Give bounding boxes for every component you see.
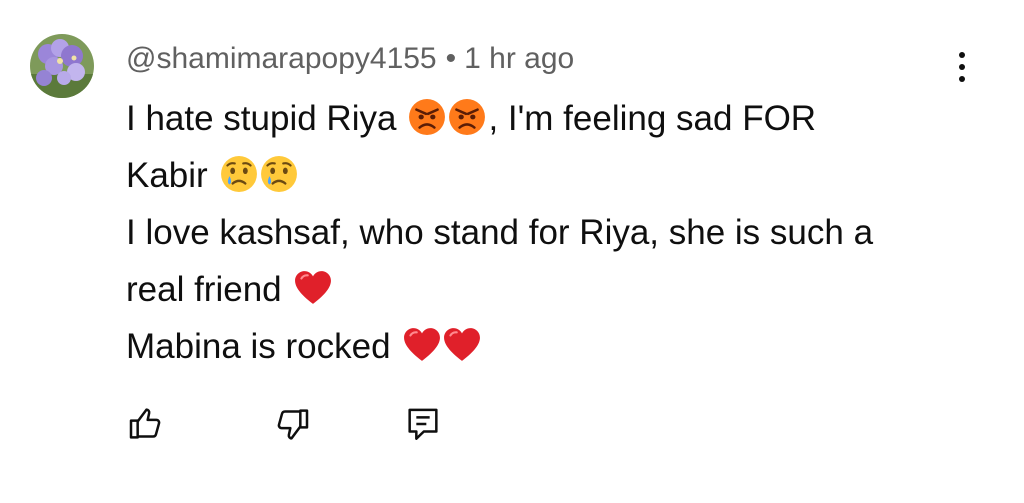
comment-timestamp[interactable]: 1 hr ago xyxy=(464,42,574,75)
comment-line: real friend xyxy=(126,261,986,318)
comment-line-text: I love kashsaf, who stand for Riya, she … xyxy=(126,213,874,252)
comment-line: Mabina is rocked xyxy=(126,318,986,375)
author-name[interactable]: @shamimarapopy4155 xyxy=(126,42,437,75)
crying-face-icon xyxy=(260,155,298,193)
angry-face-icon xyxy=(448,98,486,136)
red-heart-icon xyxy=(403,326,441,364)
more-vert-icon[interactable] xyxy=(944,45,980,89)
thumbs-down-icon xyxy=(277,409,309,440)
comment-line-text: Kabir xyxy=(126,156,208,195)
comment-line: I love kashsaf, who stand for Riya, she … xyxy=(126,204,986,261)
comment-text: I hate stupid Riya , I'm feeling sad FOR K… xyxy=(126,90,986,375)
comment-line: Kabir xyxy=(126,147,986,204)
comment-line-text: , I'm feeling sad FOR xyxy=(488,99,817,138)
comment-actions xyxy=(0,402,1024,448)
crying-face-icon xyxy=(220,155,258,193)
thumbs-up-icon xyxy=(129,408,161,439)
menu-dot xyxy=(959,64,965,70)
red-heart-icon xyxy=(443,326,481,364)
angry-face-icon xyxy=(408,98,446,136)
red-heart-icon xyxy=(294,269,332,307)
dislike-button[interactable] xyxy=(270,402,314,446)
comment-line-text: I hate stupid Riya xyxy=(126,99,397,138)
flower-photo-avatar-icon xyxy=(30,34,94,98)
menu-dot xyxy=(959,76,965,82)
comment-line: I hate stupid Riya , I'm feeling sad FOR xyxy=(126,90,986,147)
reply-button[interactable] xyxy=(401,402,445,446)
meta-separator: • xyxy=(445,42,457,75)
avatar[interactable] xyxy=(30,34,94,98)
menu-dot xyxy=(959,52,965,58)
comment-header: @shamimarapopy4155 • 1 hr ago xyxy=(126,39,574,79)
like-button[interactable] xyxy=(124,402,168,446)
reply-comment-icon xyxy=(408,408,438,440)
comment-line-text: real friend xyxy=(126,270,282,309)
comment-line-text: Mabina is rocked xyxy=(126,327,391,366)
